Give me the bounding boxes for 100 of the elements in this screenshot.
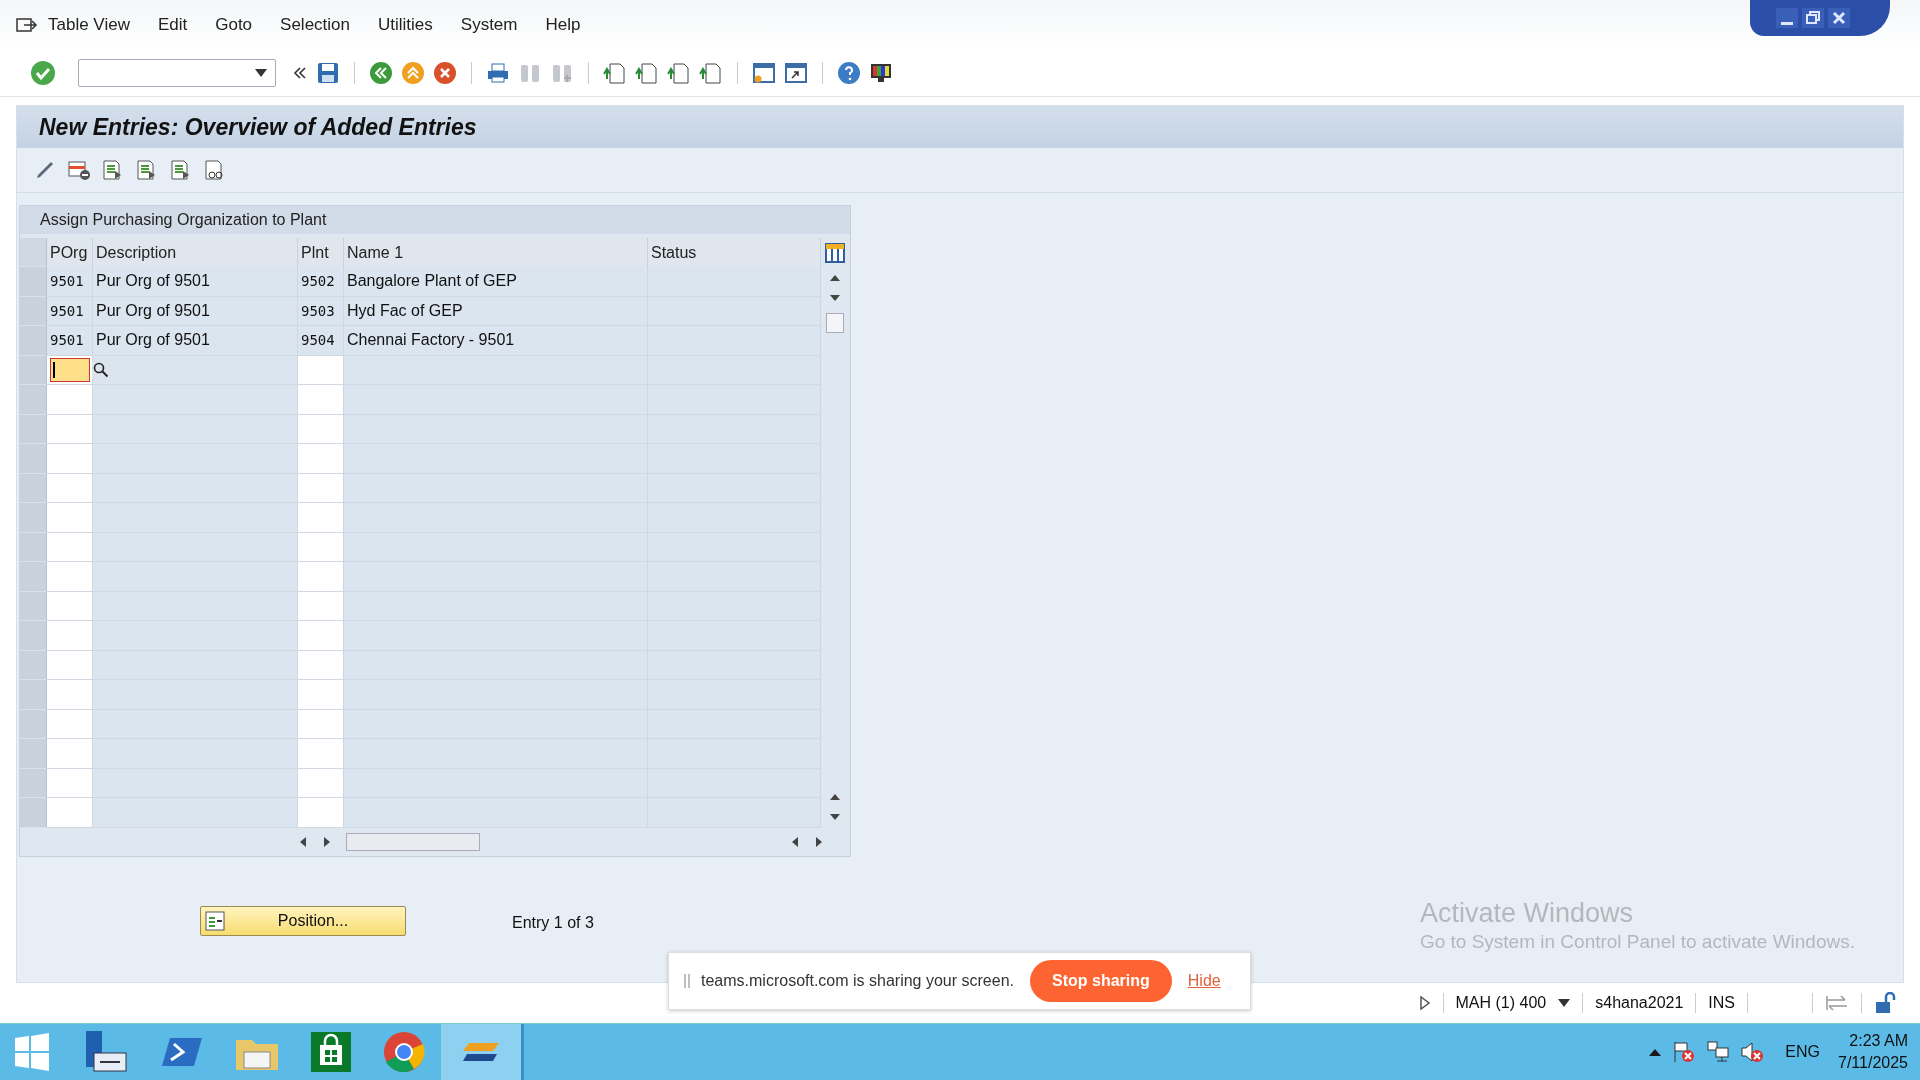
expand-status-icon[interactable]	[1418, 995, 1431, 1011]
row-selector[interactable]	[20, 414, 47, 444]
up-icon[interactable]	[401, 61, 425, 85]
entry-counter: Entry 1 of 3	[512, 914, 594, 932]
activation-title: Activate Windows	[1419, 898, 1634, 929]
scroll-up-icon[interactable]	[829, 273, 841, 283]
cancel-icon[interactable]	[433, 61, 457, 85]
table-cell: 9502	[298, 267, 344, 297]
row-selector[interactable]	[20, 444, 47, 474]
session-info: MAH (1) 400	[1455, 994, 1547, 1012]
restore-icon[interactable]	[1802, 8, 1824, 28]
table-cell: 9504	[298, 326, 344, 356]
table-cell: 9501	[47, 326, 93, 356]
select-all-button[interactable]	[20, 238, 47, 267]
row-selector[interactable]	[20, 739, 47, 769]
row-selector[interactable]	[20, 562, 47, 592]
monitor-icon[interactable]	[869, 61, 893, 85]
scroll-left-icon[interactable]	[298, 835, 308, 848]
scroll-right-icon[interactable]	[322, 835, 332, 848]
store-icon[interactable]	[310, 1031, 352, 1073]
save-icon[interactable]	[316, 61, 340, 85]
scroll-right-icon[interactable]	[814, 835, 824, 848]
table-cell: 9503	[298, 296, 344, 326]
position-button[interactable]: Position...	[200, 906, 406, 936]
page-arrow-icon[interactable]	[635, 61, 659, 85]
table-cell: Pur Org of 9501	[93, 326, 298, 356]
row-selector[interactable]	[20, 798, 47, 828]
sharing-message: teams.microsoft.com is sharing your screen.	[701, 972, 1014, 990]
shortcut-icon[interactable]	[784, 61, 808, 85]
page-arrow-icon[interactable]	[603, 61, 627, 85]
scroll-down-icon[interactable]	[829, 811, 841, 822]
language-indicator[interactable]: ENG	[1785, 1043, 1820, 1061]
row-selector[interactable]	[20, 296, 47, 326]
table-title: Assign Purchasing Organization to Plant	[40, 211, 327, 229]
drag-handle-icon[interactable]	[683, 973, 691, 989]
hide-link[interactable]: Hide	[1187, 972, 1221, 990]
input-field[interactable]	[50, 357, 90, 382]
table-cell: 9501	[47, 296, 93, 326]
dropdown-icon[interactable]	[1558, 999, 1571, 1007]
new-window-icon[interactable]	[752, 61, 776, 85]
close-icon[interactable]	[1828, 8, 1850, 28]
flag-error-icon[interactable]	[1672, 1040, 1697, 1064]
help-icon[interactable]	[837, 61, 861, 85]
menu-item[interactable]: Goto	[215, 15, 253, 35]
network-icon[interactable]	[1706, 1040, 1731, 1064]
unlock-icon[interactable]	[1874, 992, 1896, 1014]
print-icon[interactable]	[486, 61, 510, 85]
row-selector[interactable]	[20, 650, 47, 680]
table-cell: Pur Org of 9501	[93, 296, 298, 326]
page-arrow-icon[interactable]	[699, 61, 723, 85]
table-cell: Bangalore Plant of GEP	[344, 267, 648, 297]
menu-item[interactable]: Edit	[157, 15, 188, 35]
scroll-thumb[interactable]	[346, 832, 480, 851]
show-hidden-icon[interactable]	[1648, 1047, 1663, 1057]
table-cell: 9501	[47, 267, 93, 297]
browser-icon[interactable]	[382, 1030, 426, 1074]
menu-icon[interactable]	[16, 16, 38, 34]
page-arrow-icon[interactable]	[667, 61, 691, 85]
delete-row-icon[interactable]	[67, 159, 91, 181]
column-settings-icon[interactable]	[825, 242, 845, 263]
scroll-thumb[interactable]	[826, 313, 844, 333]
speaker-muted-icon[interactable]	[1740, 1040, 1765, 1064]
row-selector[interactable]	[20, 326, 47, 356]
menu-item[interactable]: System	[460, 15, 518, 35]
row-selector[interactable]	[20, 385, 47, 415]
row-selector[interactable]	[20, 532, 47, 562]
input-mode: INS	[1708, 994, 1735, 1012]
minimize-icon[interactable]	[1776, 8, 1798, 28]
row-selector[interactable]	[20, 709, 47, 739]
row-selector[interactable]	[20, 267, 47, 297]
row-selector[interactable]	[20, 591, 47, 621]
clock[interactable]: 2:23 AM 7/11/2025	[1838, 1030, 1908, 1074]
row-selector[interactable]	[20, 503, 47, 533]
taskbar-app-button[interactable]	[441, 1024, 524, 1080]
menu-item[interactable]: Selection	[280, 15, 350, 35]
check-icon[interactable]	[30, 60, 56, 86]
transfer-icon[interactable]	[1825, 995, 1849, 1011]
scroll-left-icon[interactable]	[790, 835, 800, 848]
menu-item[interactable]: Utilities	[378, 15, 433, 35]
collapse-icon[interactable]	[292, 65, 308, 81]
position-icon	[205, 911, 225, 931]
row-selector[interactable]	[20, 355, 47, 385]
start-icon[interactable]	[12, 1032, 52, 1072]
table-cell: Hyd Fac of GEP	[344, 296, 648, 326]
table-cell: Chennai Factory - 9501	[344, 326, 648, 356]
table-cell: Pur Org of 9501	[93, 267, 298, 297]
menu-item[interactable]: Table View	[48, 15, 130, 35]
row-selector[interactable]	[20, 621, 47, 651]
search-icon[interactable]	[92, 360, 110, 379]
dropdown-icon[interactable]	[255, 69, 267, 77]
row-selector[interactable]	[20, 768, 47, 798]
row-selector[interactable]	[20, 680, 47, 710]
back-icon[interactable]	[369, 61, 393, 85]
screen-title: New Entries: Overview of Added Entries	[39, 113, 477, 141]
command-field[interactable]	[78, 59, 276, 87]
activation-text: Go to System in Control Panel to activate Windows.	[1419, 931, 1855, 953]
scroll-down-icon[interactable]	[829, 293, 841, 303]
row-selector[interactable]	[20, 473, 47, 503]
app-icon	[461, 1040, 501, 1064]
menu-item[interactable]: Help	[545, 15, 581, 35]
